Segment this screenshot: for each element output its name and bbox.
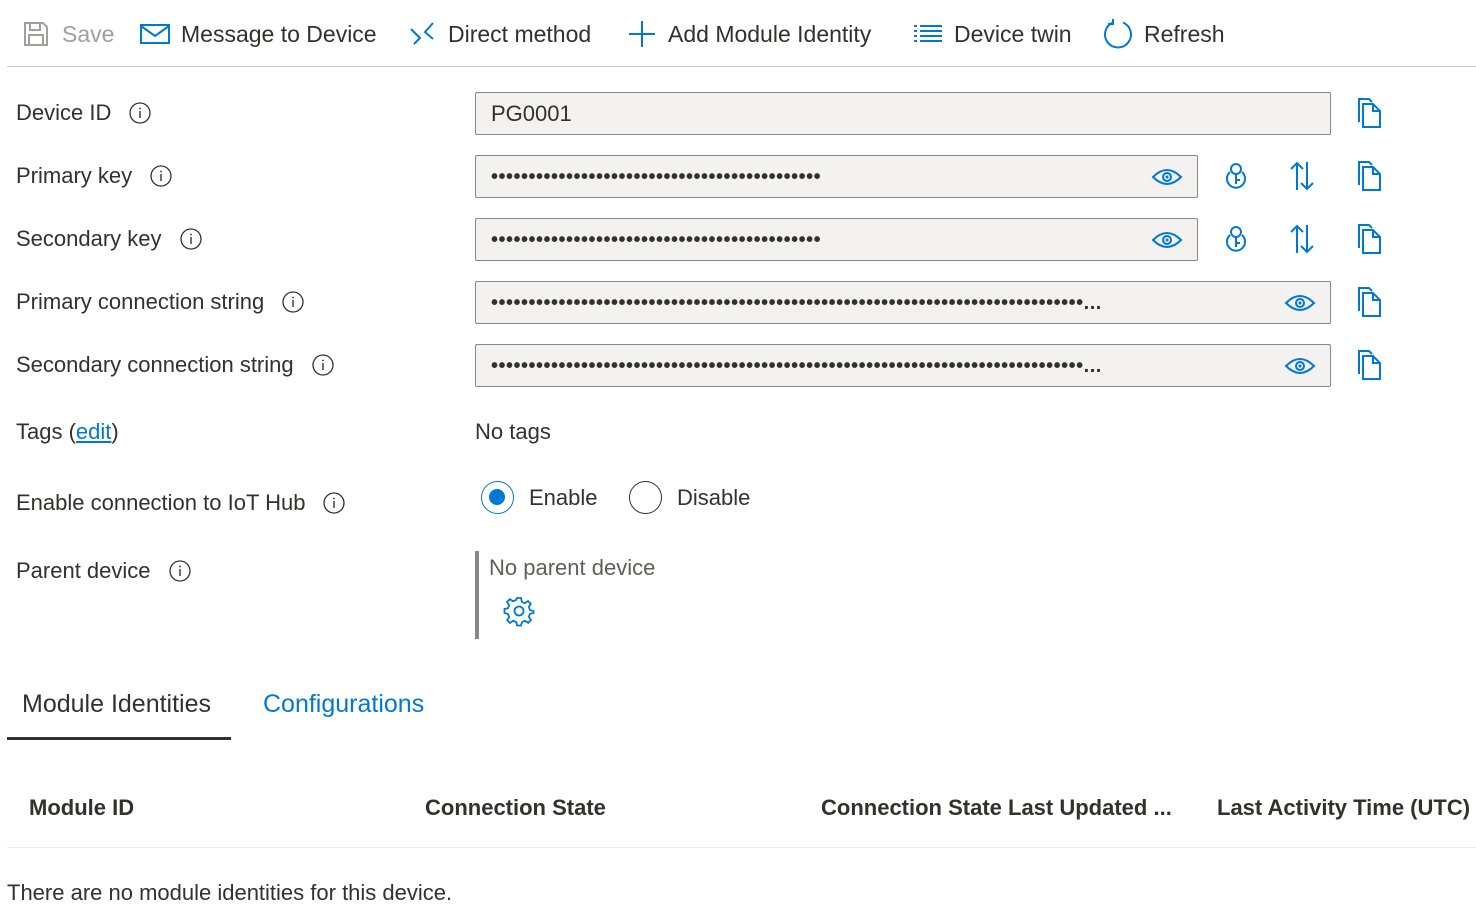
column-header-connection-state[interactable]: Connection State [425,795,606,821]
tags-value: No tags [475,419,551,444]
disable-radio-label: Disable [677,484,751,510]
table-header-divider [7,847,1476,848]
info-icon[interactable] [129,102,152,124]
copy-secondary-key-button[interactable] [1353,223,1385,255]
primary-key-label-row: Primary key [16,163,172,189]
enable-radio-label: Enable [529,484,598,510]
secondary-connection-string-label-row: Secondary connection string [16,352,334,378]
direct-method-label: Direct method [448,20,592,47]
secondary-key-label-row: Secondary key [16,226,202,252]
column-header-last-activity-time[interactable]: Last Activity Time (UTC) [1217,795,1470,821]
info-icon[interactable] [282,291,304,313]
primary-connection-string-value: ••••••••••••••••••••••••••••••••••••••••… [491,292,1102,313]
disable-radio[interactable]: Disable [629,481,750,514]
primary-key-label: Primary key [16,163,133,188]
parent-device-value: No parent device [489,555,656,580]
save-button[interactable]: Save [20,12,114,56]
secondary-connection-string-label: Secondary connection string [16,352,294,377]
tags-edit-link[interactable]: edit [76,419,111,445]
secondary-connection-string-field[interactable]: ••••••••••••••••••••••••••••••••••••••••… [475,344,1331,387]
secondary-key-field[interactable]: ••••••••••••••••••••••••••••••••••••••••… [475,218,1198,261]
column-header-connection-state-last-updated[interactable]: Connection State Last Updated ... [821,795,1172,821]
add-module-identity-button[interactable]: Add Module Identity [626,12,871,56]
eye-icon[interactable] [1284,354,1316,378]
key-regenerate-icon [1226,226,1246,252]
secondary-key-label: Secondary key [16,226,162,251]
enable-radio[interactable]: Enable [481,481,598,514]
parent-device-label: Parent device [16,558,151,583]
copy-device-id-button[interactable] [1353,97,1385,129]
enable-connection-label-row: Enable connection to IoT Hub [16,490,346,516]
gear-icon[interactable] [503,595,535,627]
eye-icon[interactable] [1151,165,1183,189]
add-module-identity-label: Add Module Identity [668,20,872,47]
swap-primary-key-button[interactable] [1286,160,1318,192]
swap-secondary-key-button[interactable] [1286,223,1318,255]
message-to-device-label: Message to Device [181,20,377,47]
device-id-field[interactable]: PG0001 [475,92,1331,135]
parent-device-box: No parent device [475,551,775,639]
mail-icon [139,18,171,50]
copy-icon [1358,161,1381,191]
info-icon[interactable] [150,165,172,187]
copy-secondary-connection-string-button[interactable] [1353,349,1385,381]
empty-table-message: There are no module identities for this … [7,880,453,905]
radio-checked-icon [481,481,514,514]
device-id-label-row: Device ID [16,100,152,126]
save-icon [20,18,52,50]
key-regenerate-icon [1226,163,1246,189]
toolbar-divider [7,66,1476,67]
direct-method-button[interactable]: Direct method [406,12,591,56]
active-tab-indicator [7,737,231,740]
copy-primary-connection-string-button[interactable] [1353,286,1385,318]
refresh-icon [1102,18,1134,50]
info-icon[interactable] [311,354,334,376]
copy-icon [1358,224,1381,254]
message-to-device-button[interactable]: Message to Device [139,12,377,56]
secondary-key-value: ••••••••••••••••••••••••••••••••••••••••… [491,228,822,251]
primary-key-value: ••••••••••••••••••••••••••••••••••••••••… [491,165,822,188]
tags-label-prefix: Tags ( [16,419,76,444]
tab-configurations[interactable]: Configurations [263,690,424,719]
primary-connection-string-label-row: Primary connection string [16,289,304,315]
device-id-value: PG0001 [491,100,572,126]
device-twin-label: Device twin [954,20,1072,47]
column-header-module-id[interactable]: Module ID [29,795,134,821]
direct-method-icon [406,18,438,50]
secondary-connection-string-value: ••••••••••••••••••••••••••••••••••••••••… [491,355,1102,376]
copy-icon [1358,350,1381,380]
plus-icon [626,18,658,50]
swap-icon [1290,161,1314,191]
tags-label-row: Tags (edit) [16,419,119,445]
info-icon[interactable] [323,492,346,514]
info-icon[interactable] [168,560,191,582]
refresh-button[interactable]: Refresh [1102,12,1225,56]
refresh-label: Refresh [1144,20,1225,47]
tags-label-suffix: ) [111,419,119,444]
enable-connection-label: Enable connection to IoT Hub [16,490,306,515]
copy-icon [1358,98,1381,128]
radio-unchecked-icon [629,481,662,514]
device-id-label: Device ID [16,100,112,125]
regenerate-primary-key-button[interactable] [1220,160,1252,192]
primary-connection-string-field[interactable]: ••••••••••••••••••••••••••••••••••••••••… [475,281,1331,324]
list-icon [912,18,944,50]
eye-icon[interactable] [1284,291,1316,315]
primary-connection-string-label: Primary connection string [16,289,265,314]
parent-device-label-row: Parent device [16,558,191,584]
copy-primary-key-button[interactable] [1353,160,1385,192]
eye-icon[interactable] [1151,228,1183,252]
primary-key-field[interactable]: ••••••••••••••••••••••••••••••••••••••••… [475,155,1198,198]
swap-icon [1290,224,1314,254]
copy-icon [1358,287,1381,317]
regenerate-secondary-key-button[interactable] [1220,223,1252,255]
info-icon[interactable] [179,228,202,250]
command-bar: Save Message to Device Direct method Add… [0,0,1476,67]
device-twin-button[interactable]: Device twin [912,12,1072,56]
save-label: Save [62,20,115,47]
tab-module-identities[interactable]: Module Identities [22,690,211,719]
